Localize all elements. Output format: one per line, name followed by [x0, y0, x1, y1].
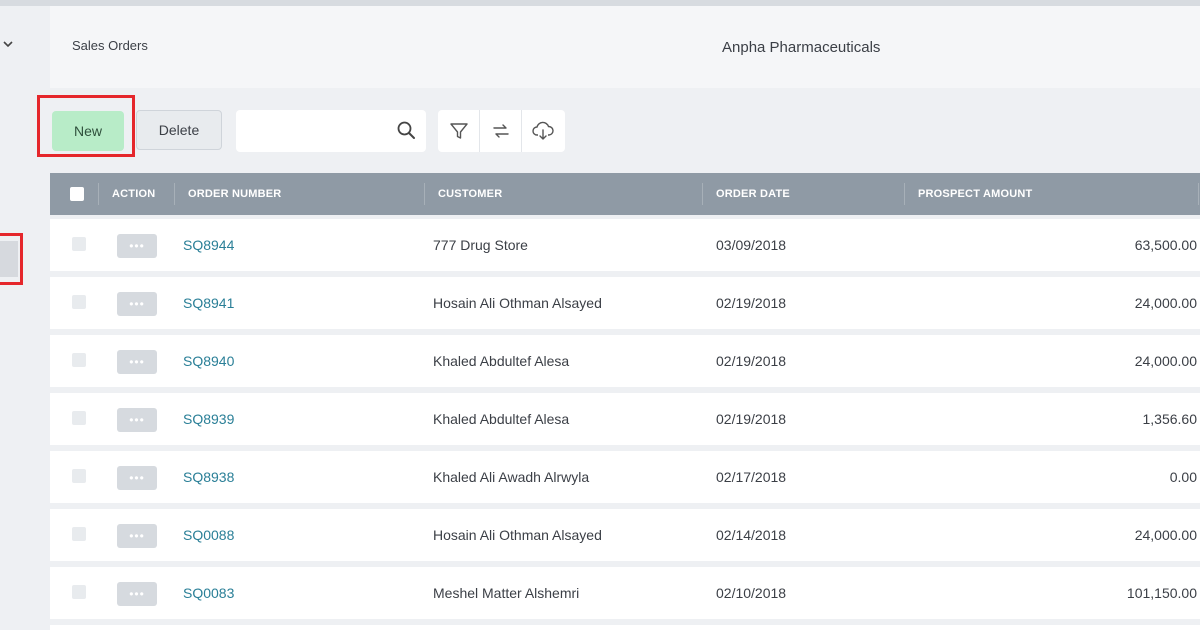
- company-name: Anpha Pharmaceuticals: [722, 39, 881, 56]
- table-row[interactable]: ••• SQ8940 Khaled Abdultef Alesa 02/19/2…: [50, 335, 1200, 387]
- column-header-customer[interactable]: CUSTOMER: [438, 173, 502, 215]
- filter-button[interactable]: [438, 110, 480, 152]
- download-button[interactable]: [522, 110, 564, 152]
- select-all-checkbox[interactable]: [70, 187, 84, 201]
- prospect-amount-cell: 0.00: [1169, 469, 1197, 485]
- table-header: ACTION ORDER NUMBER CUSTOMER ORDER DATE …: [50, 173, 1200, 215]
- column-separator: [98, 183, 99, 205]
- column-separator: [1198, 183, 1199, 205]
- refresh-icon: [492, 124, 509, 138]
- column-separator: [174, 183, 175, 205]
- row-action-button[interactable]: •••: [117, 350, 157, 374]
- table-row[interactable]: ••• SQ8944 777 Drug Store 03/09/2018 63,…: [50, 219, 1200, 271]
- row-checkbox[interactable]: [72, 295, 86, 309]
- more-icon: •••: [129, 587, 145, 601]
- more-icon: •••: [129, 471, 145, 485]
- order-date-cell: 02/19/2018: [716, 353, 787, 369]
- customer-cell: Hosain Ali Othman Alsayed: [433, 527, 602, 543]
- row-action-button[interactable]: •••: [117, 466, 157, 490]
- column-header-action[interactable]: ACTION: [112, 173, 155, 215]
- new-button-highlight-annotation: [37, 95, 135, 157]
- row-action-button[interactable]: •••: [117, 408, 157, 432]
- prospect-amount-cell: 1,356.60: [1142, 411, 1198, 427]
- order-date-cell: 02/14/2018: [716, 527, 787, 543]
- row-checkbox[interactable]: [72, 353, 86, 367]
- row-checkbox[interactable]: [72, 411, 86, 425]
- column-separator: [424, 183, 425, 205]
- row-checkbox[interactable]: [72, 585, 86, 599]
- order-date-cell: 02/17/2018: [716, 469, 787, 485]
- customer-cell: Hosain Ali Othman Alsayed: [433, 295, 602, 311]
- toolbar-icon-group: [438, 110, 565, 152]
- more-icon: •••: [129, 297, 145, 311]
- prospect-amount-cell: 24,000.00: [1134, 353, 1197, 369]
- page-title: Sales Orders: [72, 38, 148, 53]
- row-action-button[interactable]: •••: [117, 524, 157, 548]
- order-number-link[interactable]: SQ8940: [183, 335, 234, 387]
- column-header-prospect-amount[interactable]: PROSPECT AMOUNT: [918, 173, 1032, 215]
- column-header-order-number[interactable]: ORDER NUMBER: [188, 173, 281, 215]
- row-action-button[interactable]: •••: [117, 234, 157, 258]
- order-number-link[interactable]: SQ8938: [183, 451, 234, 503]
- order-date-cell: 03/09/2018: [716, 237, 787, 253]
- order-number-link[interactable]: SQ8941: [183, 277, 234, 329]
- toolbar: [50, 88, 1200, 172]
- column-separator: [702, 183, 703, 205]
- chevron-down-icon[interactable]: [2, 38, 14, 50]
- row-checkbox[interactable]: [72, 237, 86, 251]
- table-row-partial: [50, 625, 1200, 630]
- row-checkbox[interactable]: [72, 469, 86, 483]
- more-icon: •••: [129, 355, 145, 369]
- refresh-button[interactable]: [480, 110, 522, 152]
- column-header-order-date[interactable]: ORDER DATE: [716, 173, 790, 215]
- table-row[interactable]: ••• SQ8941 Hosain Ali Othman Alsayed 02/…: [50, 277, 1200, 329]
- prospect-amount-cell: 63,500.00: [1134, 237, 1197, 253]
- column-separator: [904, 183, 905, 205]
- prospect-amount-cell: 24,000.00: [1134, 527, 1197, 543]
- more-icon: •••: [129, 529, 145, 543]
- prospect-amount-cell: 24,000.00: [1134, 295, 1197, 311]
- table-row[interactable]: ••• SQ0083 Meshel Matter Alshemri 02/10/…: [50, 567, 1200, 619]
- filter-icon: [449, 123, 468, 139]
- more-icon: •••: [129, 239, 145, 253]
- search-icon[interactable]: [396, 120, 416, 140]
- order-date-cell: 02/19/2018: [716, 411, 787, 427]
- order-number-link[interactable]: SQ8939: [183, 393, 234, 445]
- customer-cell: 777 Drug Store: [433, 237, 528, 253]
- order-number-link[interactable]: SQ0088: [183, 509, 234, 561]
- rail-highlight-annotation: [0, 233, 23, 285]
- order-number-link[interactable]: SQ8944: [183, 219, 234, 271]
- row-action-button[interactable]: •••: [117, 292, 157, 316]
- delete-button[interactable]: Delete: [136, 110, 222, 150]
- order-date-cell: 02/10/2018: [716, 585, 787, 601]
- order-number-link[interactable]: SQ0083: [183, 567, 234, 619]
- table-row[interactable]: ••• SQ8939 Khaled Abdultef Alesa 02/19/2…: [50, 393, 1200, 445]
- row-checkbox[interactable]: [72, 527, 86, 541]
- cloud-download-icon: [532, 121, 554, 140]
- prospect-amount-cell: 101,150.00: [1126, 585, 1197, 601]
- order-date-cell: 02/19/2018: [716, 295, 787, 311]
- search-input[interactable]: [244, 120, 388, 144]
- table-row[interactable]: ••• SQ0088 Hosain Ali Othman Alsayed 02/…: [50, 509, 1200, 561]
- page-header: [50, 6, 1200, 88]
- chevron-down-icon-svg: [3, 41, 13, 48]
- search-box: [236, 110, 426, 152]
- more-icon: •••: [129, 413, 145, 427]
- row-action-button[interactable]: •••: [117, 582, 157, 606]
- table-row[interactable]: ••• SQ8938 Khaled Ali Awadh Alrwyla 02/1…: [50, 451, 1200, 503]
- customer-cell: Khaled Ali Awadh Alrwyla: [433, 469, 590, 485]
- customer-cell: Khaled Abdultef Alesa: [433, 353, 570, 369]
- customer-cell: Meshel Matter Alshemri: [433, 585, 580, 601]
- customer-cell: Khaled Abdultef Alesa: [433, 411, 570, 427]
